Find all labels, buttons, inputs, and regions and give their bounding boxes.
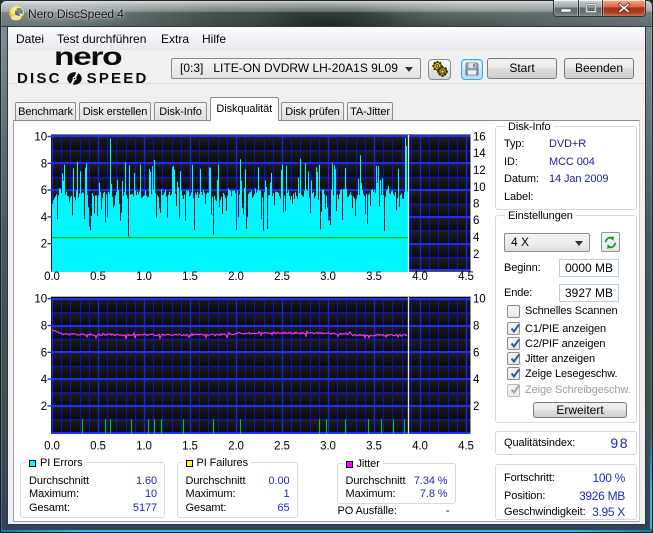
svg-text:4.0: 4.0 <box>412 441 428 453</box>
svg-text:3.5: 3.5 <box>366 441 382 453</box>
svg-text:4: 4 <box>473 232 480 244</box>
svg-text:10: 10 <box>34 294 47 306</box>
svg-text:2.5: 2.5 <box>274 271 290 283</box>
svg-text:4: 4 <box>473 374 480 386</box>
svg-text:8: 8 <box>473 199 479 211</box>
svg-text:2: 2 <box>473 401 479 413</box>
svg-text:3.0: 3.0 <box>320 271 336 283</box>
svg-text:0.5: 0.5 <box>90 441 106 453</box>
svg-text:2.0: 2.0 <box>228 441 244 453</box>
svg-text:4: 4 <box>41 374 48 386</box>
svg-text:1.0: 1.0 <box>136 271 152 283</box>
svg-text:1.5: 1.5 <box>182 441 198 453</box>
svg-text:8: 8 <box>41 158 47 170</box>
svg-text:4: 4 <box>41 212 48 224</box>
svg-text:2.5: 2.5 <box>274 441 290 453</box>
svg-text:0.0: 0.0 <box>44 271 60 283</box>
svg-text:1.0: 1.0 <box>136 441 152 453</box>
svg-text:14: 14 <box>473 148 486 160</box>
svg-text:2: 2 <box>41 239 47 251</box>
svg-text:12: 12 <box>473 165 486 177</box>
svg-text:10: 10 <box>473 294 486 306</box>
svg-text:2.0: 2.0 <box>228 271 244 283</box>
svg-text:4.0: 4.0 <box>412 271 428 283</box>
svg-text:8: 8 <box>473 321 479 333</box>
svg-text:6: 6 <box>473 215 479 227</box>
svg-text:6: 6 <box>41 347 47 359</box>
svg-text:0.0: 0.0 <box>44 441 60 453</box>
svg-text:10: 10 <box>34 132 47 144</box>
svg-text:1.5: 1.5 <box>182 271 198 283</box>
svg-text:0.5: 0.5 <box>90 271 106 283</box>
svg-text:3.0: 3.0 <box>320 441 336 453</box>
svg-text:6: 6 <box>473 347 479 359</box>
svg-text:2: 2 <box>473 249 479 261</box>
svg-text:4.5: 4.5 <box>458 441 474 453</box>
svg-text:6: 6 <box>41 185 47 197</box>
svg-text:10: 10 <box>473 182 486 194</box>
svg-text:16: 16 <box>473 132 486 144</box>
svg-text:8: 8 <box>41 321 47 333</box>
svg-text:3.5: 3.5 <box>366 271 382 283</box>
svg-text:2: 2 <box>41 401 47 413</box>
svg-text:4.5: 4.5 <box>458 271 474 283</box>
